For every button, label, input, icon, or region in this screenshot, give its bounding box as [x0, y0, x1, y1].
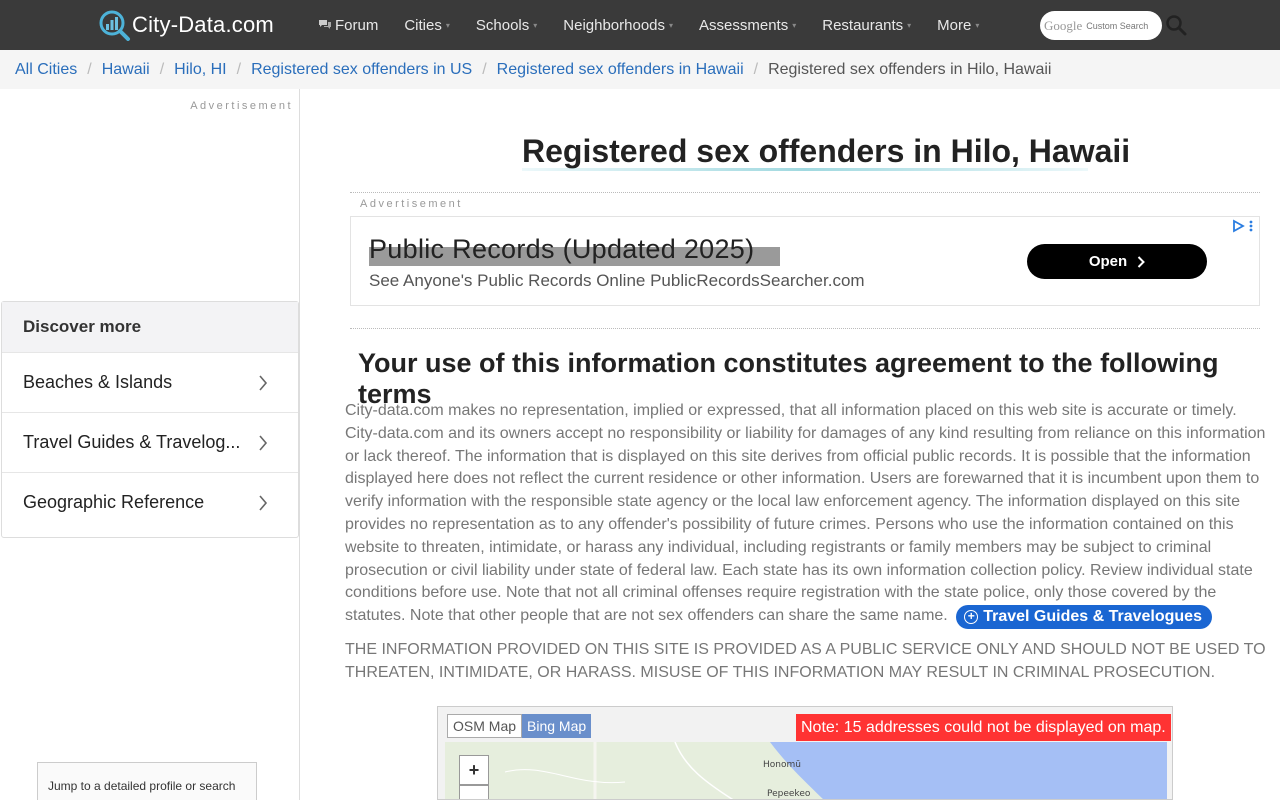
- breadcrumb-separator: /: [236, 60, 242, 78]
- logo-text: City-Data.com: [132, 12, 274, 37]
- search-input[interactable]: Google Custom Search: [1040, 11, 1162, 40]
- jump-to-profile-text: Jump to a detailed profile or search: [48, 779, 236, 793]
- forum-icon: [319, 20, 331, 29]
- divider: [350, 328, 1260, 329]
- site-logo[interactable]: City-Data.com: [99, 8, 274, 42]
- terms-disclaimer: City-data.com makes no representation, i…: [345, 400, 1267, 630]
- travel-guides-pill-label: Travel Guides & Travelogues: [983, 608, 1202, 626]
- jump-to-profile-box[interactable]: Jump to a detailed profile or search: [37, 762, 257, 800]
- top-navigation-bar: City-Data.com Forum Cities ▾ Schools ▾ N…: [0, 0, 1280, 50]
- ad-headline[interactable]: Public Records (Updated 2025): [369, 234, 754, 265]
- tab-osm-map[interactable]: OSM Map: [447, 714, 523, 738]
- advertisement-label: Advertisement: [190, 100, 293, 112]
- discover-item-label: Travel Guides & Travelog...: [23, 432, 241, 452]
- map-place-label: Pepeekeo: [767, 789, 811, 799]
- nav-more[interactable]: More ▾: [937, 17, 979, 34]
- page-title: Registered sex offenders in Hilo, Hawaii: [522, 133, 1131, 169]
- travel-guides-pill-button[interactable]: + Travel Guides & Travelogues: [956, 605, 1212, 630]
- breadcrumb-separator: /: [87, 60, 92, 78]
- title-underline: [522, 168, 1088, 171]
- chevron-right-icon: [259, 375, 268, 391]
- nav-schools[interactable]: Schools ▾: [476, 17, 537, 34]
- left-sidebar: Advertisement Discover more Beaches & Is…: [0, 89, 300, 800]
- adchoices-icon[interactable]: [1228, 219, 1256, 233]
- discover-more-title: Discover more: [2, 302, 298, 352]
- breadcrumb-hilo[interactable]: Hilo, HI: [174, 61, 226, 79]
- search-placeholder: Custom Search: [1086, 20, 1149, 31]
- caret-down-icon: ▾: [669, 20, 674, 30]
- discover-item-label: Geographic Reference: [23, 492, 205, 512]
- nav-restaurants[interactable]: Restaurants ▾: [822, 17, 911, 34]
- nav-cities-label: Cities: [404, 16, 442, 34]
- map-widget: OSM Map Bing Map Note: 15 addresses coul…: [437, 706, 1173, 800]
- plus-circle-icon: +: [964, 610, 979, 625]
- main-nav: Forum Cities ▾ Schools ▾ Neighborhoods ▾…: [318, 0, 1005, 50]
- logo-magnifier-icon: [99, 10, 130, 41]
- breadcrumb-separator: /: [753, 60, 759, 78]
- ad-open-button[interactable]: Open: [1027, 244, 1207, 279]
- advertisement-label: Advertisement: [360, 198, 463, 210]
- breadcrumb: All Cities / Hawaii / Hilo, HI / Registe…: [0, 50, 1280, 89]
- search-brand: Google: [1044, 17, 1083, 33]
- divider: [350, 192, 1260, 193]
- discover-item-label: Beaches & Islands: [23, 372, 173, 392]
- nav-forum[interactable]: Forum: [318, 17, 378, 34]
- breadcrumb-all-cities[interactable]: All Cities: [15, 61, 77, 79]
- breadcrumb-separator: /: [159, 60, 165, 78]
- search-icon[interactable]: [1165, 14, 1187, 36]
- chevron-right-icon: [1137, 255, 1146, 268]
- nav-neighborhoods[interactable]: Neighborhoods ▾: [563, 17, 673, 34]
- discover-item-geographic[interactable]: Geographic Reference: [2, 472, 298, 532]
- nav-schools-label: Schools: [475, 16, 530, 34]
- nav-assessments-label: Assessments: [699, 16, 789, 34]
- nav-cities[interactable]: Cities ▾: [404, 17, 450, 34]
- map-zoom-out-button[interactable]: [459, 785, 489, 799]
- breadcrumb-offenders-us[interactable]: Registered sex offenders in US: [251, 61, 472, 79]
- terms-disclaimer-text: City-data.com makes no representation, i…: [345, 402, 1266, 625]
- map-warning-note: Note: 15 addresses could not be displaye…: [796, 714, 1171, 741]
- breadcrumb-offenders-hawaii[interactable]: Registered sex offenders in Hawaii: [497, 61, 744, 79]
- breadcrumb-current: Registered sex offenders in Hilo, Hawaii: [768, 60, 1052, 78]
- ad-banner[interactable]: Public Records (Updated 2025) See Anyone…: [350, 216, 1260, 306]
- public-service-notice: THE INFORMATION PROVIDED ON THIS SITE IS…: [345, 641, 1266, 681]
- caret-down-icon: ▾: [533, 20, 538, 30]
- nav-more-label: More: [937, 16, 972, 34]
- map-place-label: Honomū: [763, 760, 801, 770]
- nav-forum-label: Forum: [335, 16, 379, 34]
- discover-item-travel-guides[interactable]: Travel Guides & Travelog...: [2, 412, 298, 472]
- caret-down-icon: ▾: [445, 20, 450, 30]
- nav-assessments[interactable]: Assessments ▾: [699, 17, 796, 34]
- map-zoom-in-button[interactable]: +: [459, 755, 489, 785]
- breadcrumb-separator: /: [482, 60, 487, 78]
- chevron-right-icon: [259, 435, 268, 451]
- caret-down-icon: ▾: [975, 20, 980, 30]
- tab-bing-map[interactable]: Bing Map: [522, 714, 592, 738]
- discover-item-beaches[interactable]: Beaches & Islands: [2, 352, 298, 412]
- chevron-right-icon: [259, 495, 268, 511]
- caret-down-icon: ▾: [907, 20, 912, 30]
- ad-subline[interactable]: See Anyone's Public Records Online Publi…: [369, 271, 865, 291]
- map-canvas[interactable]: + Honomū Pepeekeo: [445, 742, 1167, 799]
- breadcrumb-hawaii[interactable]: Hawaii: [102, 61, 150, 79]
- caret-down-icon: ▾: [792, 20, 797, 30]
- nav-neighborhoods-label: Neighborhoods: [563, 16, 666, 34]
- discover-more-panel: Discover more Beaches & Islands Travel G…: [1, 301, 299, 538]
- nav-restaurants-label: Restaurants: [822, 16, 904, 34]
- ad-open-label: Open: [1088, 253, 1128, 270]
